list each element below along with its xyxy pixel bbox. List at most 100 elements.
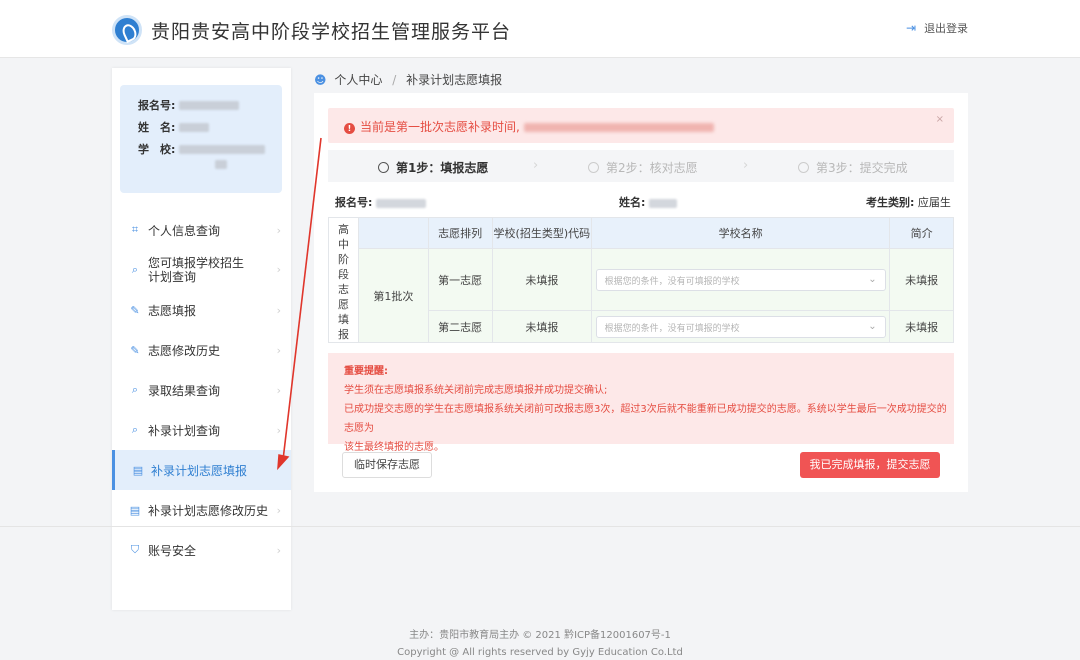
sidebar-item-label: 补录计划志愿修改历史 bbox=[148, 503, 269, 518]
breadcrumb-separator: / bbox=[392, 73, 397, 87]
step-label: 第2步：核对志愿 bbox=[606, 161, 698, 175]
info-category: 考生类别: 应届生 bbox=[866, 194, 951, 210]
footer-line: Copyright @ All rights reserved by Gyjy … bbox=[397, 647, 683, 658]
alert-icon: ! bbox=[344, 123, 355, 134]
info-category-value: 应届生 bbox=[917, 196, 951, 209]
table-header: 学校(招生类型)代码 bbox=[491, 217, 593, 249]
sidebar-item-account-security[interactable]: ⛉ 账号安全 › bbox=[112, 530, 291, 570]
sidebar-item-label: 个人信息查询 bbox=[148, 223, 221, 238]
batch-cell: 第1批次 bbox=[357, 248, 429, 343]
search-icon: ⌕ bbox=[131, 423, 139, 436]
search-doc-icon: ⌕ bbox=[131, 263, 139, 276]
save-draft-button[interactable]: 临时保存志愿 bbox=[342, 452, 432, 478]
volunteer-table: 高中阶段志愿填报 志愿排列 学校(招生类型)代码 学校名称 简介 第1批次 第一… bbox=[328, 217, 954, 343]
person-icon: ☻ bbox=[314, 73, 327, 87]
profile-school-label: 学 校: bbox=[138, 143, 176, 156]
table-header: 简介 bbox=[889, 217, 954, 249]
form-icon: ▤ bbox=[129, 503, 141, 517]
sidebar-item-label: 补录计划志愿填报 bbox=[151, 463, 248, 478]
table-header: 学校名称 bbox=[591, 217, 891, 249]
table-header-empty bbox=[357, 217, 429, 249]
sidebar-item-volunteer-fill[interactable]: ✎ 志愿填报 › bbox=[112, 290, 291, 330]
profile-reg-label: 报名号: bbox=[138, 99, 176, 112]
profile-name: 姓 名: bbox=[138, 120, 282, 135]
select-placeholder: 根据您的条件，没有可填报的学校 bbox=[604, 323, 740, 334]
order-cell: 第一志愿 bbox=[427, 248, 493, 311]
chevron-right-icon: › bbox=[276, 543, 281, 557]
step-label: 第3步：提交完成 bbox=[816, 161, 908, 175]
breadcrumb-current: 补录计划志愿填报 bbox=[406, 73, 503, 87]
school-select[interactable]: 根据您的条件，没有可填报的学校 ⌄ bbox=[595, 268, 886, 291]
school-cell: 根据您的条件，没有可填报的学校 ⌄ bbox=[591, 248, 891, 311]
sidebar-item-supplement-fill[interactable]: ▤ 补录计划志愿填报 bbox=[112, 450, 291, 490]
logout-button[interactable]: ⇥ 退出登录 bbox=[906, 20, 968, 36]
redacted-value bbox=[376, 198, 427, 208]
sidebar-item-personal-info[interactable]: ⌗ 个人信息查询 › bbox=[112, 210, 291, 250]
site-title: 贵阳贵安高中阶段学校招生管理服务平台 bbox=[151, 21, 512, 43]
profile-reg: 报名号: bbox=[138, 98, 282, 113]
close-icon[interactable]: × bbox=[936, 114, 944, 125]
info-reg: 报名号: bbox=[335, 194, 427, 210]
logout-label: 退出登录 bbox=[924, 22, 969, 35]
intro-cell: 未填报 bbox=[889, 248, 954, 311]
chevron-down-icon: ⌄ bbox=[868, 320, 877, 332]
breadcrumb-home[interactable]: 个人中心 bbox=[334, 73, 382, 87]
redacted-value bbox=[179, 123, 210, 132]
profile-school: 学 校: bbox=[138, 142, 282, 169]
chevron-right-icon: › bbox=[276, 423, 281, 437]
sidebar-item-admission-result[interactable]: ⌕ 录取结果查询 › bbox=[112, 370, 291, 410]
footer-line: 主办：贵阳市教育局主办 © 2021 黔ICP备12001607号-1 bbox=[409, 630, 671, 641]
sidebar-menu: ⌗ 个人信息查询 › ⌕ 您可填报学校招生 计划查询 › ✎ 志愿填报 › ✎ … bbox=[112, 210, 291, 570]
alert-text: 当前是第一批次志愿补录时间, bbox=[360, 120, 520, 134]
step-circle-icon bbox=[798, 162, 809, 173]
select-placeholder: 根据您的条件，没有可填报的学校 bbox=[604, 276, 740, 287]
profile-name-label: 姓 名: bbox=[138, 121, 176, 134]
step-3: 第3步：提交完成 bbox=[798, 159, 908, 176]
main-panel: ! 当前是第一批次志愿补录时间, × 第1步：填报志愿 › 第2步：核对志愿 › … bbox=[314, 93, 968, 492]
sidebar-item-label: 账号安全 bbox=[148, 543, 197, 558]
label-line: 计划查询 bbox=[148, 270, 197, 284]
label-line: 您可填报学校招生 bbox=[148, 256, 245, 270]
info-name-label: 姓名: bbox=[619, 196, 646, 209]
shield-icon: ⛉ bbox=[130, 543, 140, 556]
intro-cell: 未填报 bbox=[889, 310, 954, 343]
sidebar-item-label: 志愿填报 bbox=[148, 303, 197, 318]
step-2: 第2步：核对志愿 bbox=[588, 159, 698, 176]
sidebar: 报名号: 姓 名: 学 校: ⌗ 个人信息查询 › ⌕ 您可填报学校招生 计划查… bbox=[112, 68, 291, 610]
table-header-row: 高中阶段志愿填报 志愿排列 学校(招生类型)代码 学校名称 简介 bbox=[328, 217, 954, 343]
step-1: 第1步：填报志愿 bbox=[378, 159, 488, 176]
sidebar-item-label: 录取结果查询 bbox=[148, 383, 221, 398]
table-side-label: 高中阶段志愿填报 bbox=[328, 217, 359, 343]
sidebar-item-supplement-history[interactable]: ▤ 补录计划志愿修改历史 › bbox=[112, 490, 291, 530]
school-cell: 根据您的条件，没有可填报的学校 ⌄ bbox=[591, 310, 891, 343]
breadcrumb: ☻ 个人中心 / 补录计划志愿填报 bbox=[314, 71, 502, 88]
footer: 主办：贵阳市教育局主办 © 2021 黔ICP备12001607号-1 Copy… bbox=[0, 627, 1080, 660]
step-circle-icon bbox=[588, 162, 599, 173]
table-row: 第1批次 第一志愿 未填报 根据您的条件，没有可填报的学校 ⌄ 未填报 bbox=[329, 248, 954, 343]
redacted-value bbox=[523, 123, 714, 132]
footer-divider bbox=[0, 526, 1080, 527]
notice-line: 已成功提交志愿的学生在志愿填报系统关闭前可改报志愿3次，超过3次后就不能重新已成… bbox=[344, 404, 947, 434]
table-header: 志愿排列 bbox=[427, 217, 493, 249]
chevron-right-icon: › bbox=[276, 383, 281, 397]
notice-title: 重要提醒: bbox=[344, 366, 388, 377]
order-cell: 第二志愿 bbox=[427, 310, 493, 343]
logout-icon: ⇥ bbox=[906, 21, 917, 35]
submit-button[interactable]: 我已完成填报，提交志愿 bbox=[800, 452, 940, 478]
chevron-right-icon: › bbox=[276, 303, 281, 317]
redacted-value bbox=[649, 198, 678, 208]
important-notice: 重要提醒: 学生须在志愿填报系统关闭前完成志愿填报并成功提交确认; 已成功提交志… bbox=[328, 353, 954, 453]
chevron-right-icon: › bbox=[533, 158, 539, 173]
sidebar-item-plan-query[interactable]: ⌕ 您可填报学校招生 计划查询 › bbox=[112, 250, 291, 290]
step-label: 第1步：填报志愿 bbox=[396, 161, 489, 175]
sidebar-item-volunteer-history[interactable]: ✎ 志愿修改历史 › bbox=[112, 330, 291, 370]
sidebar-item-supplement-query[interactable]: ⌕ 补录计划查询 › bbox=[112, 410, 291, 450]
edit-icon: ✎ bbox=[130, 343, 140, 357]
notice-line: 学生须在志愿填报系统关闭前完成志愿填报并成功提交确认; bbox=[344, 385, 608, 396]
header: 贵阳贵安高中阶段学校招生管理服务平台 ⇥ 退出登录 bbox=[0, 0, 1080, 58]
form-icon: ▤ bbox=[132, 463, 144, 477]
time-alert: ! 当前是第一批次志愿补录时间, × bbox=[328, 108, 954, 143]
chevron-right-icon: › bbox=[743, 158, 749, 173]
school-select[interactable]: 根据您的条件，没有可填报的学校 ⌄ bbox=[595, 315, 886, 338]
sidebar-item-label: 志愿修改历史 bbox=[148, 343, 221, 358]
